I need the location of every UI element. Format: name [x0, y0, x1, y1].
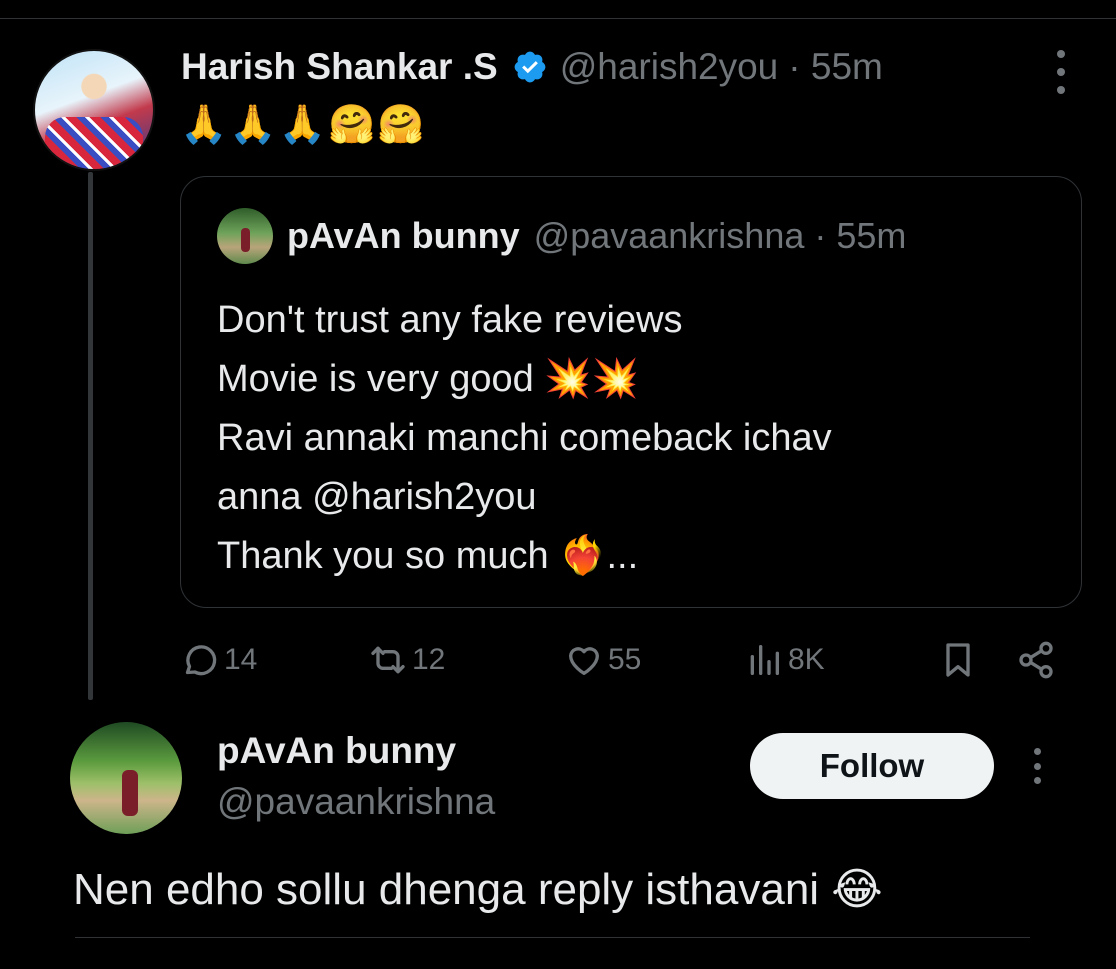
quoted-line: Movie is very good 💥💥 [217, 358, 639, 400]
author-handle[interactable]: @harish2you [560, 46, 779, 88]
quoted-author-handle: @pavaankrishna [533, 215, 805, 256]
quoted-tweet-time: · 55m [814, 215, 907, 256]
reply-icon [185, 645, 217, 676]
reply-author-avatar[interactable] [70, 722, 182, 834]
quoted-line: Don't trust any fake reviews [217, 299, 683, 341]
more-options-icon[interactable] [1025, 748, 1049, 784]
quoted-tweet-card[interactable]: pAvAn bunny @pavaankrishna · 55m Don't t… [180, 176, 1082, 608]
thread-connector-line [88, 172, 93, 700]
heart-icon [569, 647, 599, 675]
quoted-line: Ravi annaki manchi comeback ichav [217, 417, 832, 459]
like-button[interactable]: 55 [564, 640, 641, 680]
reply-author-name[interactable]: pAvAn bunny [217, 730, 456, 772]
top-divider [0, 18, 1116, 19]
tweet-text: 🙏🙏🙏🤗🤗 [180, 104, 427, 146]
share-button[interactable] [1016, 640, 1060, 680]
views-button[interactable]: 8K [744, 640, 825, 680]
like-count: 55 [608, 643, 642, 676]
quoted-author-name: pAvAn bunny [287, 215, 520, 256]
avatar-player-figure [122, 770, 138, 816]
share-icon [1019, 641, 1053, 679]
quoted-line: Thank you so much ❤️‍🔥... [217, 535, 639, 577]
more-options-icon[interactable] [1049, 50, 1073, 94]
reply-button[interactable]: 14 [180, 640, 257, 680]
tweet-header: Harish Shankar .S @harish2you · 55m [181, 46, 883, 88]
quoted-tweet-header: pAvAn bunny @pavaankrishna · 55m [287, 215, 906, 257]
repost-icon [371, 646, 405, 674]
tweet-time[interactable]: · 55m [788, 46, 883, 88]
quoted-line: anna @harish2you [217, 476, 537, 518]
author-name[interactable]: Harish Shankar .S [181, 46, 498, 88]
bookmark-icon [946, 643, 970, 677]
repost-button[interactable]: 12 [368, 640, 445, 680]
follow-button[interactable]: Follow [750, 733, 994, 799]
reply-text: Nen edho sollu dhenga reply isthavani 😂 [73, 865, 883, 914]
author-avatar[interactable] [33, 49, 155, 171]
quoted-author-avatar [217, 208, 273, 264]
tweet-action-bar: 14 12 55 8K [180, 640, 1070, 690]
view-count: 8K [788, 643, 825, 676]
repost-count: 12 [412, 643, 446, 676]
reply-count: 14 [224, 643, 258, 676]
verified-badge-icon [514, 51, 546, 83]
views-icon [750, 645, 779, 675]
bottom-divider [75, 937, 1030, 938]
reply-author-handle[interactable]: @pavaankrishna [217, 781, 495, 823]
avatar-shirt-pattern [45, 117, 143, 169]
quoted-tweet-text: Don't trust any fake reviews Movie is ve… [217, 291, 832, 586]
bookmark-button[interactable] [938, 640, 982, 680]
